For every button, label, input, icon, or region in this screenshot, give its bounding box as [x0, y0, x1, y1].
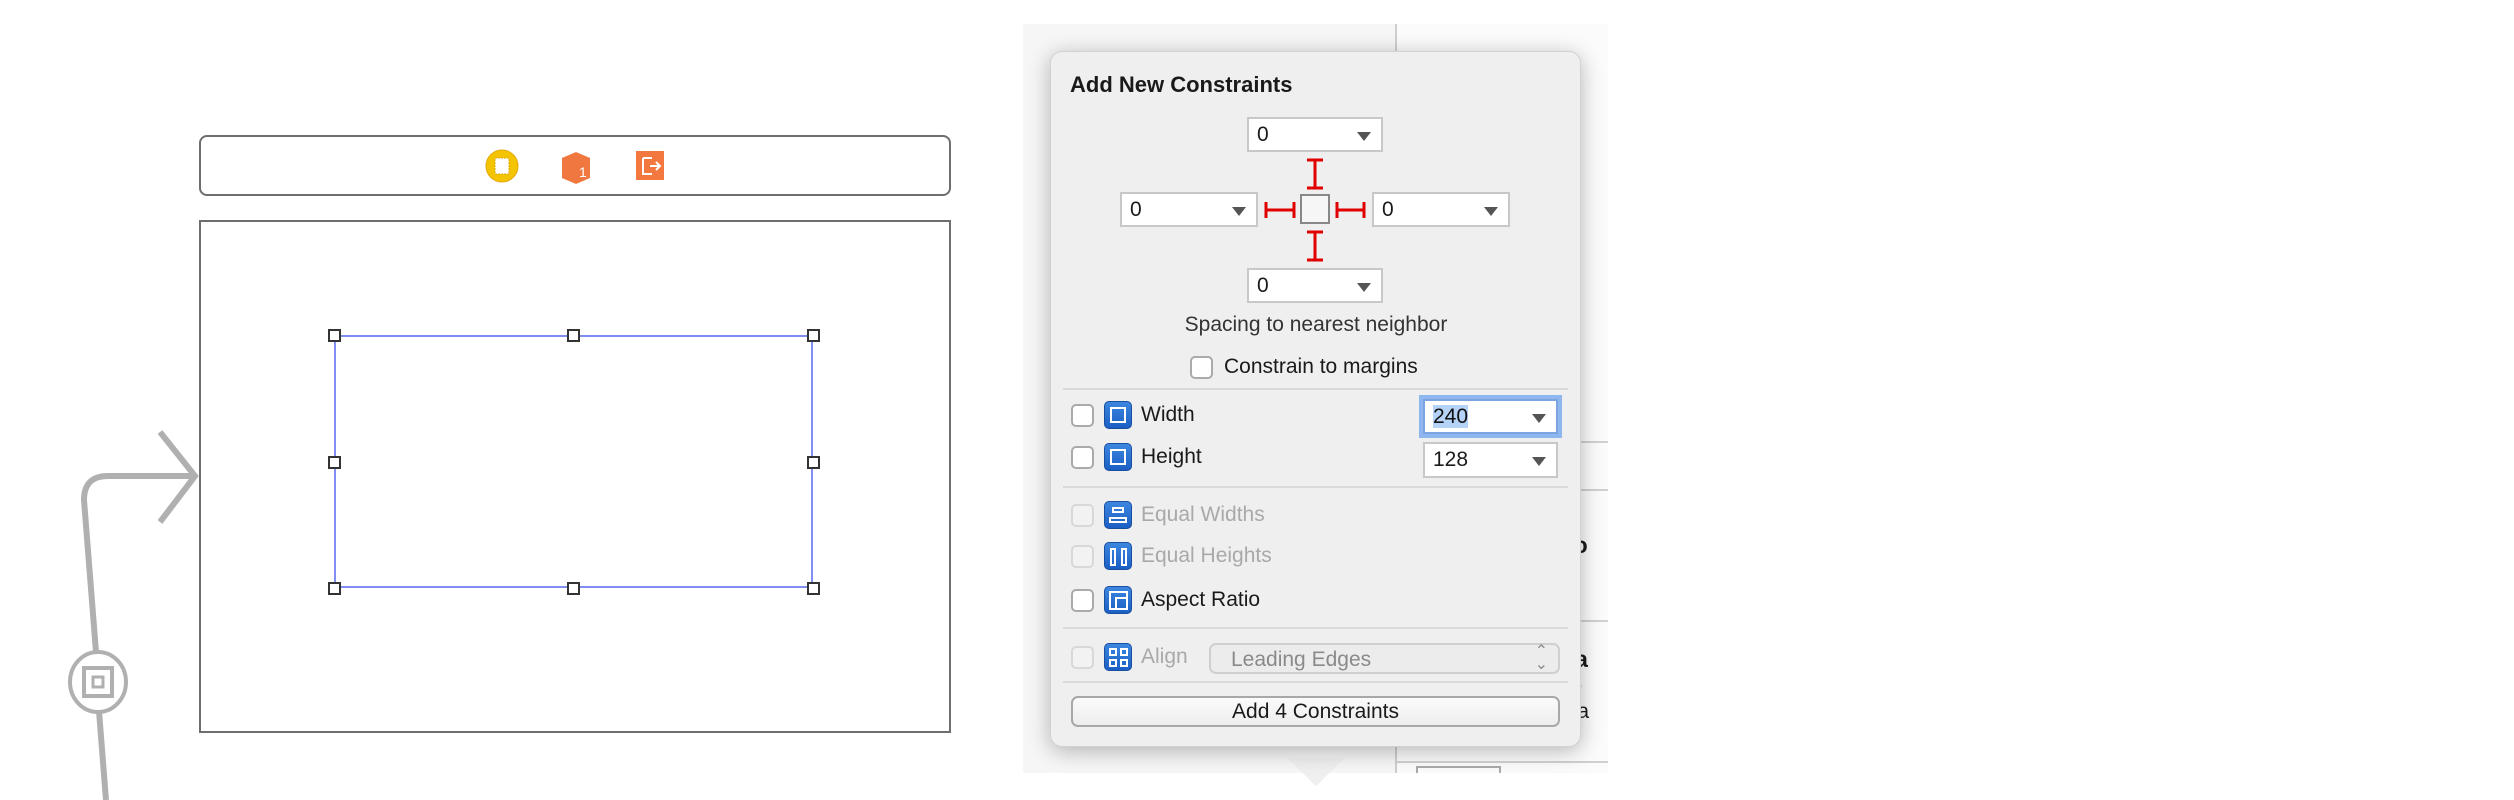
divider	[1063, 486, 1568, 488]
constrain-margins-label: Constrain to margins	[1224, 355, 1418, 378]
divider	[1063, 681, 1568, 683]
chevron-down-icon[interactable]	[1232, 207, 1246, 216]
resize-handle[interactable]	[567, 329, 580, 342]
up-down-chevron-icon[interactable]: ⌃ ⌄	[1535, 644, 1548, 673]
selected-view[interactable]	[334, 335, 813, 588]
top-spacing-field[interactable]: 0	[1247, 117, 1383, 152]
left-spacing-field[interactable]: 0	[1120, 192, 1258, 227]
resize-handle[interactable]	[328, 456, 341, 469]
aspect-ratio-label: Aspect Ratio	[1141, 588, 1261, 611]
height-value: 128	[1433, 448, 1469, 471]
chevron-down-icon[interactable]	[1357, 132, 1371, 141]
resize-handle[interactable]	[807, 329, 820, 342]
chevron-down-icon[interactable]	[1532, 457, 1546, 466]
align-value: Leading Edges	[1231, 648, 1372, 671]
width-label: Width	[1141, 403, 1195, 426]
top-spacing-value: 0	[1257, 123, 1269, 146]
popover-title: Add New Constraints	[1070, 72, 1293, 97]
spacing-constraint-beams	[1264, 158, 1366, 262]
add-constraints-button[interactable]: Add 4 Constraints	[1071, 696, 1560, 727]
left-spacing-value: 0	[1130, 198, 1142, 221]
library-thumbnail	[1416, 766, 1501, 773]
top-constraint-beam	[1307, 158, 1323, 190]
height-checkbox[interactable]	[1071, 446, 1094, 469]
align-checkbox[interactable]	[1071, 646, 1094, 669]
width-icon	[1104, 401, 1132, 429]
equal-widths-checkbox[interactable]	[1071, 504, 1094, 527]
chevron-down-icon[interactable]	[1357, 283, 1371, 292]
entry-point-arrow[interactable]	[0, 430, 210, 800]
equal-heights-icon	[1104, 542, 1132, 570]
align-icon	[1104, 643, 1132, 671]
bottom-constraint-beam	[1307, 230, 1323, 262]
equal-widths-label: Equal Widths	[1141, 503, 1265, 526]
resize-handle[interactable]	[807, 582, 820, 595]
exit-icon[interactable]	[636, 151, 664, 180]
svg-text:1: 1	[579, 164, 587, 180]
divider	[1063, 627, 1568, 629]
right-spacing-field[interactable]: 0	[1372, 192, 1510, 227]
height-icon	[1104, 443, 1132, 471]
aspect-ratio-checkbox[interactable]	[1071, 589, 1094, 612]
constrain-margins-checkbox[interactable]	[1190, 356, 1213, 379]
resize-handle[interactable]	[567, 582, 580, 595]
first-responder-icon[interactable]: 1	[562, 152, 590, 184]
resize-handle[interactable]	[328, 582, 341, 595]
equal-heights-checkbox[interactable]	[1071, 545, 1094, 568]
width-field[interactable]: 240	[1423, 399, 1558, 434]
bottom-spacing-field[interactable]: 0	[1247, 268, 1383, 303]
right-constraint-beam	[1335, 202, 1366, 218]
width-checkbox[interactable]	[1071, 404, 1094, 427]
chevron-down-icon[interactable]	[1532, 414, 1546, 423]
resize-handle[interactable]	[328, 329, 341, 342]
align-select[interactable]: Leading Edges ⌃ ⌄	[1209, 643, 1560, 674]
spacing-caption: Spacing to nearest neighbor	[1184, 313, 1448, 336]
navigation-controller-icon	[68, 650, 128, 714]
height-field[interactable]: 128	[1423, 442, 1558, 478]
equal-widths-icon	[1104, 501, 1132, 529]
bottom-spacing-value: 0	[1257, 274, 1269, 297]
resize-handle[interactable]	[807, 456, 820, 469]
align-label: Align	[1141, 645, 1188, 668]
chevron-down-icon[interactable]	[1484, 207, 1498, 216]
divider	[1063, 388, 1568, 390]
height-label: Height	[1141, 445, 1202, 468]
width-value: 240	[1433, 405, 1469, 428]
scene-dock-icons: 1	[485, 149, 664, 184]
aspect-ratio-icon	[1104, 586, 1132, 614]
right-spacing-value: 0	[1382, 198, 1394, 221]
equal-heights-label: Equal Heights	[1141, 544, 1272, 567]
left-constraint-beam	[1264, 202, 1296, 218]
view-controller-icon[interactable]	[485, 149, 519, 183]
